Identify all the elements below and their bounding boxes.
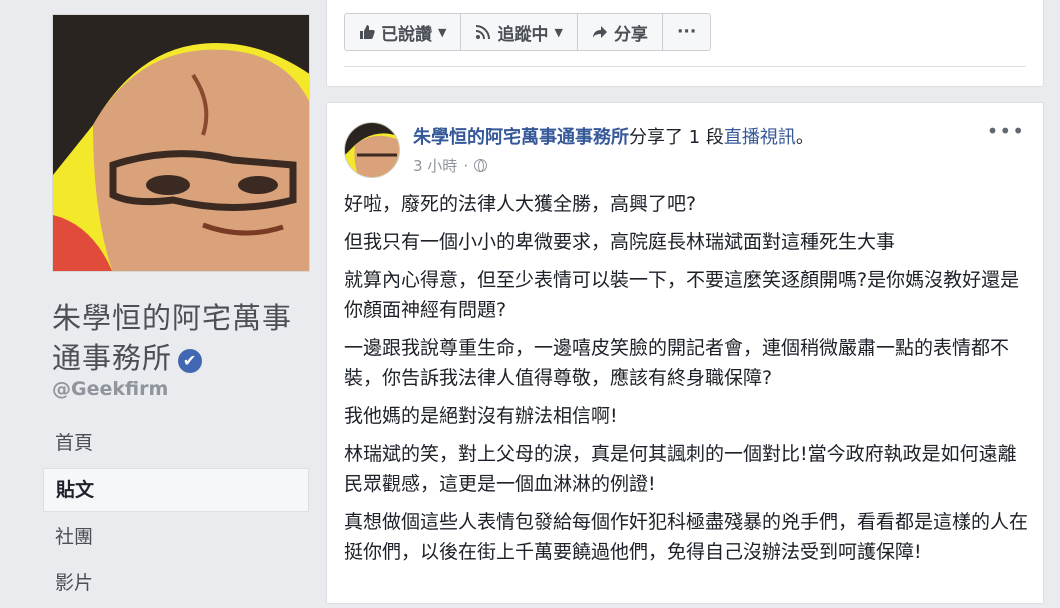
post-paragraph: 林瑞斌的笑，對上父母的淚，真是何其諷刺的一個對比!當今政府執政是如何遠離民眾觀感… bbox=[344, 443, 1017, 495]
nav-item-videos[interactable]: 影片 bbox=[43, 562, 309, 604]
post-options-button[interactable]: ••• bbox=[987, 119, 1025, 143]
post-paragraph: 一邊跟我說尊重生命，一邊嘻皮笑臉的開記者會，連個稍微嚴肅一點的表情都不裝，你告訴… bbox=[344, 337, 1010, 389]
post-header: 朱學恒的阿宅萬事通事務所分享了 1 段直播視訊。 bbox=[413, 123, 814, 149]
post-author-avatar[interactable] bbox=[344, 122, 400, 178]
page-handle[interactable]: @Geekfirm bbox=[52, 378, 168, 400]
page-name-text[interactable]: 朱學恒的阿宅萬事通事務所 bbox=[52, 301, 292, 375]
post-paragraph: 真想做個這些人表情包發給每個作奸犯科極盡殘暴的兇手們，看看都是這樣的人在挺你們，… bbox=[344, 511, 1029, 563]
action-button-group: 已說讚 ▼ 追蹤中 ▼ 分享 ··· bbox=[344, 13, 712, 51]
post-paragraph: 我他媽的是絕對沒有辦法相信啊! bbox=[344, 405, 618, 427]
left-column: 朱學恒的阿宅萬事通事務所 ✔ @Geekfirm 首頁 貼文 社團 影片 bbox=[0, 0, 318, 596]
verified-badge-icon: ✔ bbox=[178, 349, 203, 373]
following-button[interactable]: 追蹤中 ▼ bbox=[460, 13, 578, 51]
post-paragraph: 好啦，廢死的法律人大獲全勝，高興了吧? bbox=[344, 193, 697, 215]
post-action-text: 分享了 1 段 bbox=[629, 127, 724, 148]
page-title[interactable]: 朱學恒的阿宅萬事通事務所 ✔ bbox=[52, 298, 314, 378]
post-paragraph: 就算內心得意，但至少表情可以裝一下，不要這麼笑逐顏開嗎?是你媽沒教好還是你顏面神… bbox=[344, 269, 1020, 321]
share-label: 分享 bbox=[613, 24, 648, 45]
share-button[interactable]: 分享 bbox=[576, 13, 663, 51]
liked-button[interactable]: 已說讚 ▼ bbox=[344, 13, 462, 51]
post-meta: 3 小時 · bbox=[413, 155, 488, 176]
nav-item-home[interactable]: 首頁 bbox=[43, 422, 309, 464]
page-actions-card: 已說讚 ▼ 追蹤中 ▼ 分享 ··· bbox=[326, 0, 1044, 87]
nav-item-posts[interactable]: 貼文 bbox=[43, 468, 309, 512]
separator: · bbox=[463, 156, 469, 175]
page-nav: 首頁 貼文 社團 影片 bbox=[43, 422, 309, 608]
profile-picture[interactable] bbox=[52, 14, 310, 272]
thumbs-up-icon bbox=[360, 25, 375, 39]
following-label: 追蹤中 bbox=[497, 24, 549, 45]
post-after-text: 。 bbox=[795, 127, 814, 148]
nav-item-groups[interactable]: 社團 bbox=[43, 516, 309, 558]
liked-label: 已說讚 bbox=[381, 24, 432, 45]
divider bbox=[344, 66, 1026, 67]
post-paragraph: 但我只有一個小小的卑微要求，高院庭長林瑞斌面對這種死生大事 bbox=[344, 231, 896, 253]
rss-icon bbox=[476, 25, 491, 40]
more-dots-icon: ··· bbox=[676, 22, 697, 42]
caret-down-icon: ▼ bbox=[554, 25, 563, 39]
post-author-link[interactable]: 朱學恒的阿宅萬事通事務所 bbox=[413, 127, 629, 148]
share-arrow-icon bbox=[592, 26, 607, 38]
post-card: 朱學恒的阿宅萬事通事務所分享了 1 段直播視訊。 3 小時 · ••• 好啦，廢… bbox=[326, 102, 1044, 604]
post-body: 好啦，廢死的法律人大獲全勝，高興了吧? 但我只有一個小小的卑微要求，高院庭長林瑞… bbox=[344, 189, 1034, 575]
more-options-button[interactable]: ··· bbox=[661, 13, 712, 51]
post-timestamp[interactable]: 3 小時 bbox=[413, 155, 457, 176]
live-video-link[interactable]: 直播視訊 bbox=[724, 127, 796, 148]
caret-down-icon: ▼ bbox=[438, 25, 447, 39]
globe-icon[interactable] bbox=[474, 159, 488, 172]
